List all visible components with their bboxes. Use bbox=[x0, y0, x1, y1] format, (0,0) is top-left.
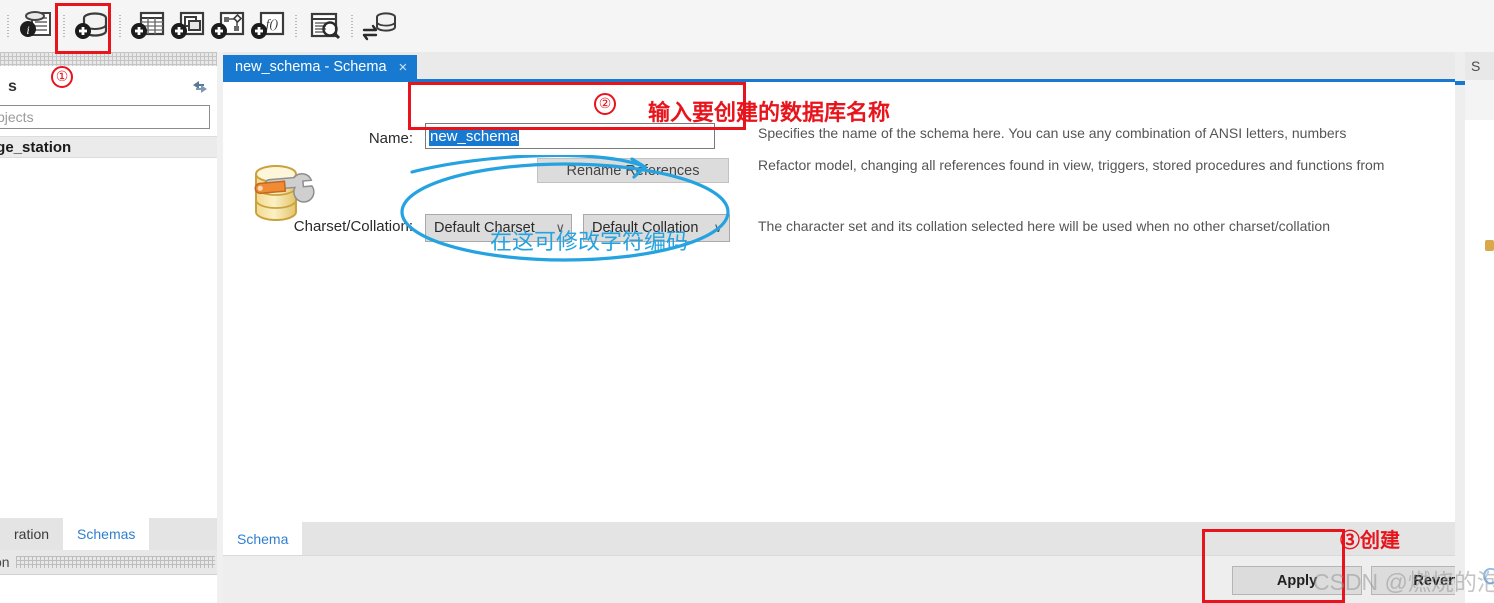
add-schema-icon[interactable] bbox=[72, 6, 112, 46]
app-window: i f() s bjects e_station ration Schemas … bbox=[0, 0, 1494, 603]
editor-tab-schema[interactable]: Schema bbox=[223, 522, 303, 555]
help-text-rename: Refactor model, changing all references … bbox=[758, 157, 1385, 173]
editor-tab-label: new_schema - Schema bbox=[235, 59, 387, 75]
new-model-info-icon[interactable]: i bbox=[16, 6, 56, 46]
sidebar-status-text: on bbox=[0, 554, 10, 570]
toolbar-separator bbox=[295, 15, 297, 37]
toolbar-separator bbox=[63, 15, 65, 37]
sidebar-header: s bbox=[0, 74, 217, 100]
add-table-icon[interactable] bbox=[128, 6, 168, 46]
sidebar-item-secondary[interactable]: s bbox=[0, 162, 217, 180]
name-label: Name: bbox=[368, 130, 413, 147]
right-panel-subheader bbox=[1465, 80, 1494, 120]
sidebar-tabs: ration Schemas bbox=[0, 518, 217, 550]
right-panel-header: S bbox=[1465, 52, 1494, 80]
close-icon[interactable]: × bbox=[399, 60, 408, 75]
editor-tab-new-schema[interactable]: new_schema - Schema × bbox=[223, 55, 418, 79]
sidebar-tab-schemas[interactable]: Schemas bbox=[63, 518, 150, 550]
chevron-down-icon: ∨ bbox=[713, 220, 723, 235]
sidebar-status-bar: on bbox=[0, 550, 217, 574]
sidebar-tab-administration[interactable]: ration bbox=[0, 518, 63, 550]
csdn-watermark: CSDN @燃烧的泡菜 bbox=[1313, 569, 1494, 595]
editor-action-bar: Apply Revert bbox=[223, 555, 1494, 603]
charset-value: Default Charset bbox=[434, 220, 535, 236]
chevron-down-icon: ∨ bbox=[555, 220, 565, 235]
svg-text:i: i bbox=[26, 23, 29, 37]
schema-name-value: new_schema bbox=[429, 126, 520, 146]
right-side-panel: S bbox=[1455, 52, 1494, 603]
help-text-name: Specifies the name of the schema here. Y… bbox=[758, 125, 1347, 141]
editor-tabstrip: new_schema - Schema × bbox=[223, 52, 1455, 79]
toolbar-separator bbox=[7, 15, 9, 37]
editor-bottom-tabs: Schema bbox=[223, 522, 1455, 555]
add-view-icon[interactable] bbox=[168, 6, 208, 46]
help-text-charset: The character set and its collation sele… bbox=[758, 218, 1330, 234]
schema-form: Name: new_schema Rename References Chars… bbox=[223, 82, 1455, 552]
sidebar-footer bbox=[0, 574, 217, 603]
inspect-schema-icon[interactable] bbox=[304, 6, 344, 46]
schema-name-input[interactable]: new_schema bbox=[425, 123, 715, 149]
sidebar-status-fill bbox=[15, 556, 215, 568]
refresh-icon[interactable] bbox=[191, 78, 209, 96]
sidebar-item-charge-station[interactable]: arge_station bbox=[0, 136, 217, 158]
charset-dropdown[interactable]: Default Charset ∨ bbox=[425, 214, 572, 242]
collation-value: Default Collation bbox=[592, 220, 699, 236]
sync-model-icon[interactable] bbox=[360, 6, 400, 46]
toolbar-separator bbox=[351, 15, 353, 37]
charset-collation-label: Charset/Collation: bbox=[293, 218, 413, 235]
search-input[interactable]: bjects bbox=[0, 105, 210, 129]
right-panel-accent bbox=[1455, 81, 1465, 85]
toolbar-separator bbox=[119, 15, 121, 37]
add-function-icon[interactable]: f() bbox=[248, 6, 288, 46]
add-routine-group-icon[interactable] bbox=[208, 6, 248, 46]
sidebar-item-label: arge_station bbox=[0, 138, 72, 156]
main-toolbar: i f() bbox=[0, 0, 1494, 53]
collation-dropdown[interactable]: Default Collation ∨ bbox=[583, 214, 730, 242]
right-panel-item-icon bbox=[1485, 240, 1494, 251]
csdn-watermark-trailing: C bbox=[1482, 563, 1494, 589]
svg-text:f(): f() bbox=[266, 16, 278, 31]
rename-references-button[interactable]: Rename References bbox=[537, 158, 729, 183]
right-panel-body bbox=[1465, 120, 1494, 603]
right-panel-splitter[interactable] bbox=[1455, 52, 1465, 603]
left-sidebar: s bjects arge_station s ration Schemas o… bbox=[0, 52, 218, 603]
sidebar-title: s bbox=[8, 78, 17, 95]
sidebar-drag-handle[interactable] bbox=[0, 52, 217, 66]
schema-editor-panel: new_schema - Schema × Name: new_schema R… bbox=[223, 52, 1494, 603]
